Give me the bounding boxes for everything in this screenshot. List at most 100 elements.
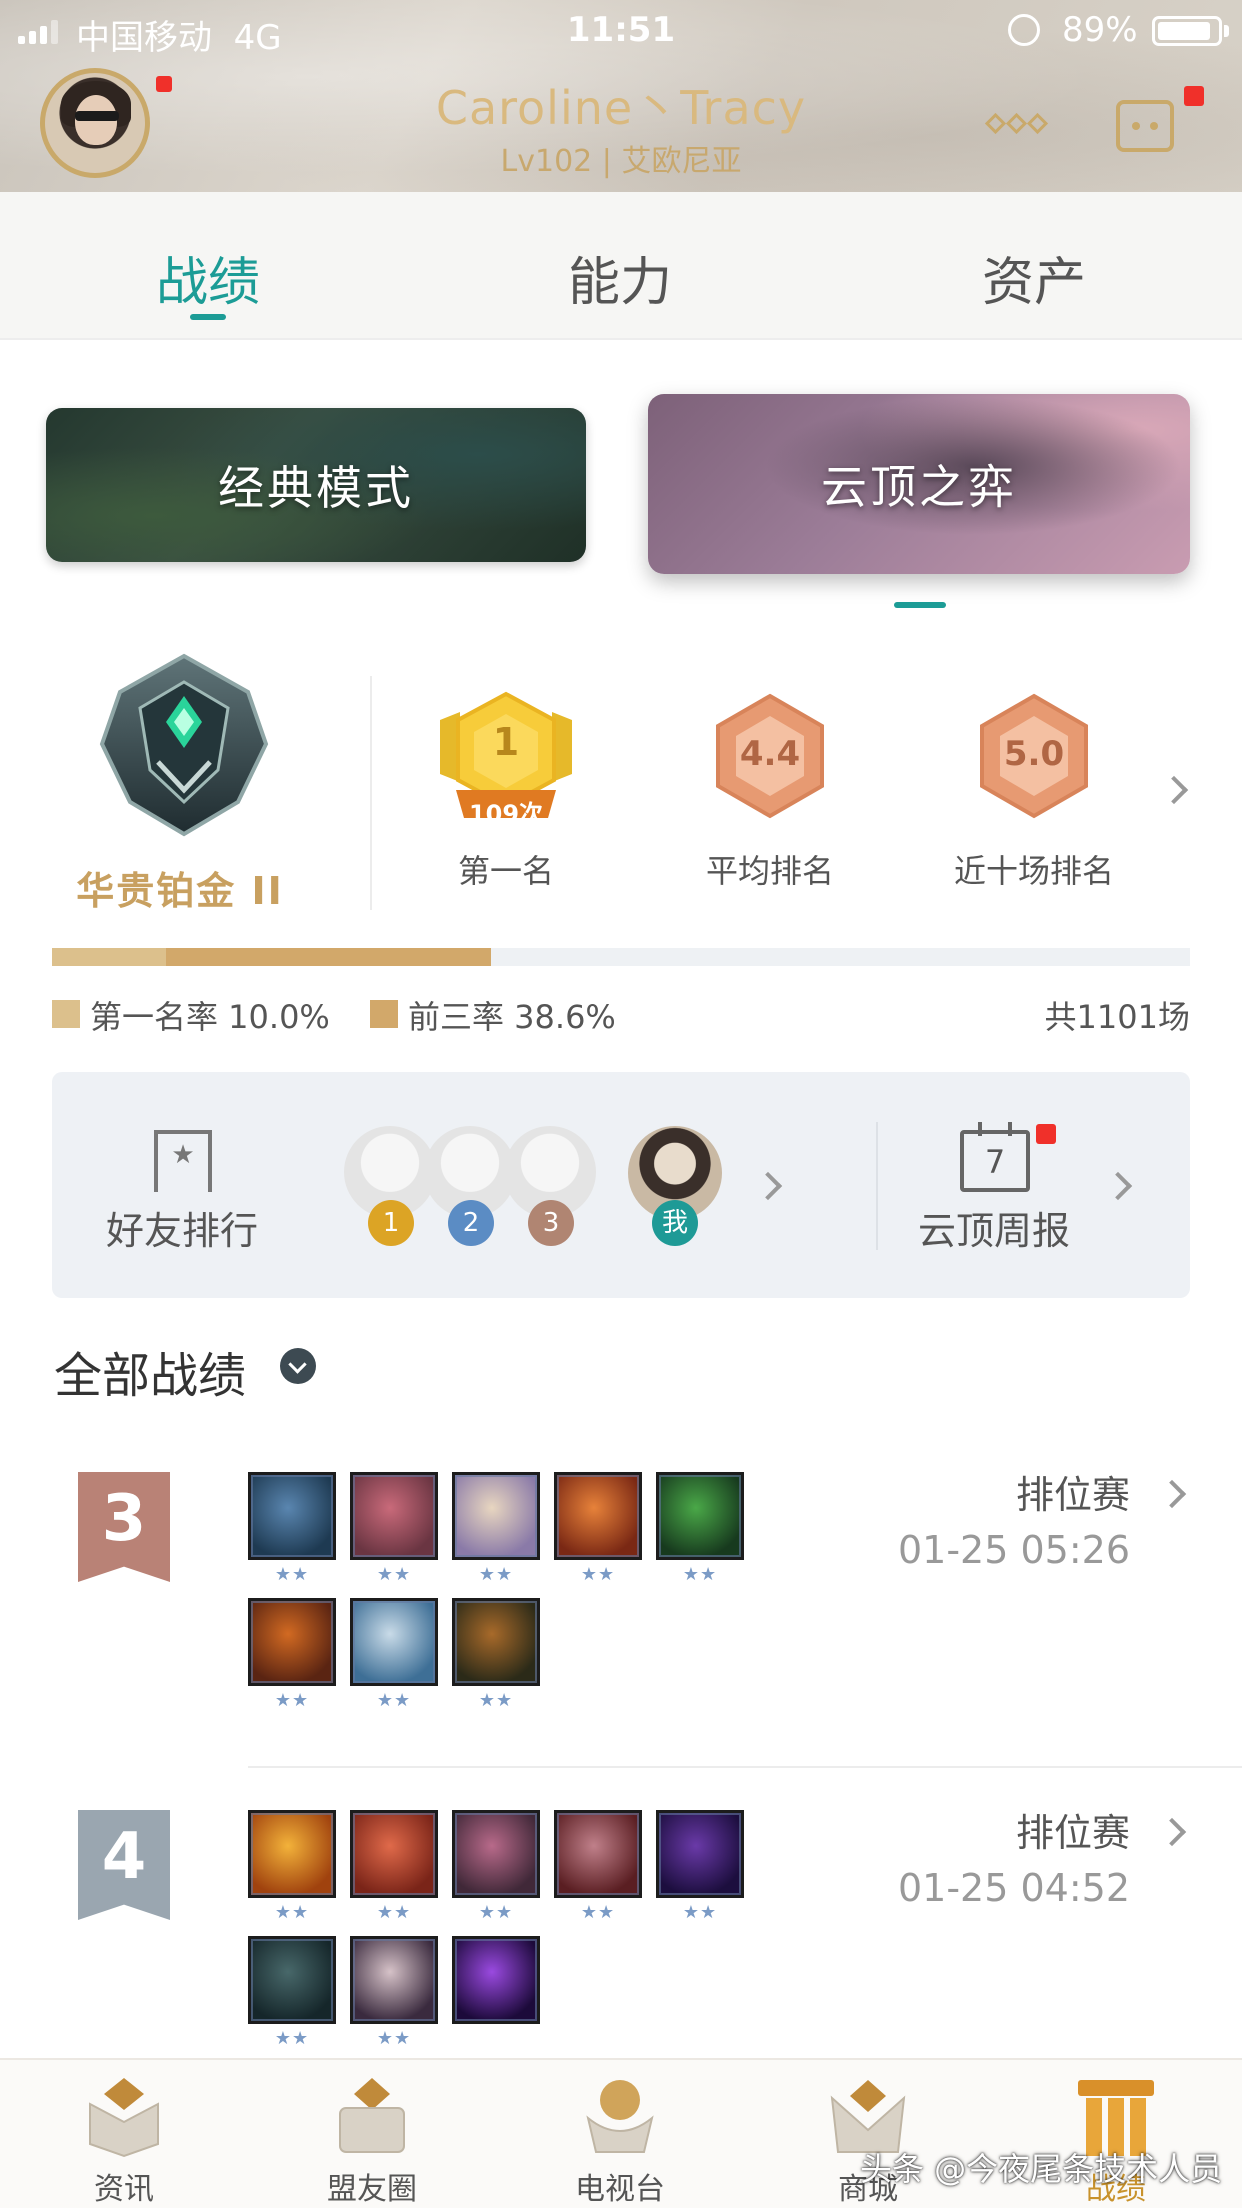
champion-slot[interactable] [452,1936,540,2062]
stat-average-rank-label: 平均排名 [705,852,834,890]
tab-ability[interactable]: 能力 [520,240,720,315]
champion-stars: ★★ [376,1690,412,1711]
champion-slot[interactable]: ★★ [656,1810,744,1936]
rate-progress-bar [52,948,1190,966]
bookmark-star-icon[interactable] [154,1130,212,1192]
top3-rate-label: 前三率 38.6% [408,998,616,1036]
match-type: 排位赛 [1015,1811,1130,1855]
champion-stars: ★★ [274,1564,310,1585]
champion-slot[interactable]: ★★ [248,1598,336,1724]
champion-4-icon [554,1472,642,1560]
champion-slot[interactable]: ★★ [248,1936,336,2062]
last-ten-rank-value: 5.0 [1003,734,1065,774]
first-rate-legend-swatch [52,1000,80,1028]
friend-ranking-label[interactable]: 好友排行 [106,1200,258,1255]
champion-13-icon [656,1810,744,1898]
chat-icon[interactable] [1116,100,1174,152]
profile-header: 中国移动 4G 11:51 89% Caroline丶Tracy Lv102 |… [0,0,1242,192]
champion-7-icon [350,1598,438,1686]
champion-slot[interactable]: ★★ [452,1472,540,1598]
row-divider [248,1766,1242,1768]
first-rate-label: 第一名率 10.0% [90,998,330,1036]
champion-slot[interactable]: ★★ [350,1810,438,1936]
champion-stars: ★★ [274,1690,310,1711]
tv-icon [586,2080,654,2153]
champion-slot[interactable]: ★★ [248,1810,336,1936]
chevron-down-icon[interactable] [280,1348,316,1384]
champion-stars: ★★ [478,1690,514,1711]
all-records-title[interactable]: 全部战绩 [54,1336,246,1406]
champion-5-icon [656,1472,744,1560]
clock: 11:51 [566,10,676,50]
match-chevron-icon[interactable] [1157,1817,1187,1847]
champion-slot[interactable]: ★★ [350,1472,438,1598]
nav-allies[interactable]: 盟友圈 [272,2060,472,2208]
allies-icon [339,2078,405,2153]
friend-rank-badge-1: 1 [368,1200,414,1246]
champion-slot[interactable]: ★★ [554,1810,642,1936]
nav-news[interactable]: 资讯 [24,2060,224,2208]
champion-14-icon [248,1936,336,2024]
mode-classic-card[interactable]: 经典模式 [46,408,586,562]
stats-chevron-right-icon[interactable] [1159,775,1189,805]
main-tabs: 战绩 能力 资产 [0,192,1242,340]
champion-stars: ★★ [376,1902,412,1923]
champion-stars: ★★ [274,1902,310,1923]
friend-rank-badge-3: 3 [528,1200,574,1246]
stat-last-ten-rank-label: 近十场排名 [953,852,1114,890]
champion-2-icon [350,1472,438,1560]
champion-stars: ★★ [274,2028,310,2049]
match-type: 排位赛 [1015,1473,1130,1517]
champion-slot[interactable]: ★★ [656,1472,744,1598]
champion-slot[interactable]: ★★ [248,1472,336,1598]
champion-stars: ★★ [682,1902,718,1923]
first-place-badge-number: 1 [492,720,520,764]
champion-slot[interactable]: ★★ [452,1810,540,1936]
rotation-lock-icon [1008,14,1040,46]
champion-3-icon [452,1472,540,1560]
champion-10-icon [350,1810,438,1898]
panel-divider [876,1122,878,1250]
rank-divider [370,676,372,910]
friend-rank-badge-2: 2 [448,1200,494,1246]
nav-tv[interactable]: 电视台 [520,2060,720,2208]
user-level-region: Lv102 | 艾欧尼亚 [500,144,742,179]
first-rate-fill [52,948,166,966]
match-chevron-icon[interactable] [1157,1479,1187,1509]
mode-tft-label: 云顶之弈 [821,460,1017,514]
champion-9-icon [248,1810,336,1898]
news-icon [89,2078,159,2158]
champion-slot[interactable]: ★★ [350,1598,438,1724]
match-time: 01-25 04:52 [897,1866,1130,1910]
champion-slot[interactable]: ★★ [554,1472,642,1598]
mode-classic-label: 经典模式 [218,461,414,515]
platinum-rank-emblem-icon [99,653,269,837]
weekly-notification-dot [1036,1124,1056,1144]
champion-slot[interactable]: ★★ [452,1598,540,1724]
champion-stars: ★★ [478,1564,514,1585]
champion-1-icon [248,1472,336,1560]
calendar-icon[interactable]: 7 [960,1122,1030,1192]
champion-11-icon [452,1810,540,1898]
battery-icon [1152,16,1222,46]
champion-stars: ★★ [376,1564,412,1585]
tab-active-indicator [190,314,226,320]
tab-assets[interactable]: 资产 [934,240,1134,315]
weekly-report-label[interactable]: 云顶周报 [918,1200,1070,1255]
match-row[interactable]: 3 ★★ ★★ ★★ ★★ ★★ ★★ ★★ ★★ 排位赛 01-25 05:26 [0,1450,1242,1780]
mode-tft-card[interactable]: 云顶之弈 [648,394,1190,574]
more-options-icon[interactable] [984,112,1049,135]
nav-news-label: 资讯 [94,2172,154,2207]
champion-15-icon [350,1936,438,2024]
champion-stars: ★★ [478,1902,514,1923]
battery-percent: 89% [1062,10,1138,50]
champion-stars: ★★ [376,2028,412,2049]
top3-rate-legend-swatch [370,1000,398,1028]
placement-ribbon: 3 [78,1472,170,1582]
champion-stars: ★★ [580,1564,616,1585]
calendar-day: 7 [984,1143,1006,1181]
champion-16-icon [452,1936,540,2024]
champion-slot[interactable]: ★★ [350,1936,438,2062]
total-games-label: 共1101场 [1044,998,1190,1036]
tab-record[interactable]: 战绩 [108,240,308,315]
